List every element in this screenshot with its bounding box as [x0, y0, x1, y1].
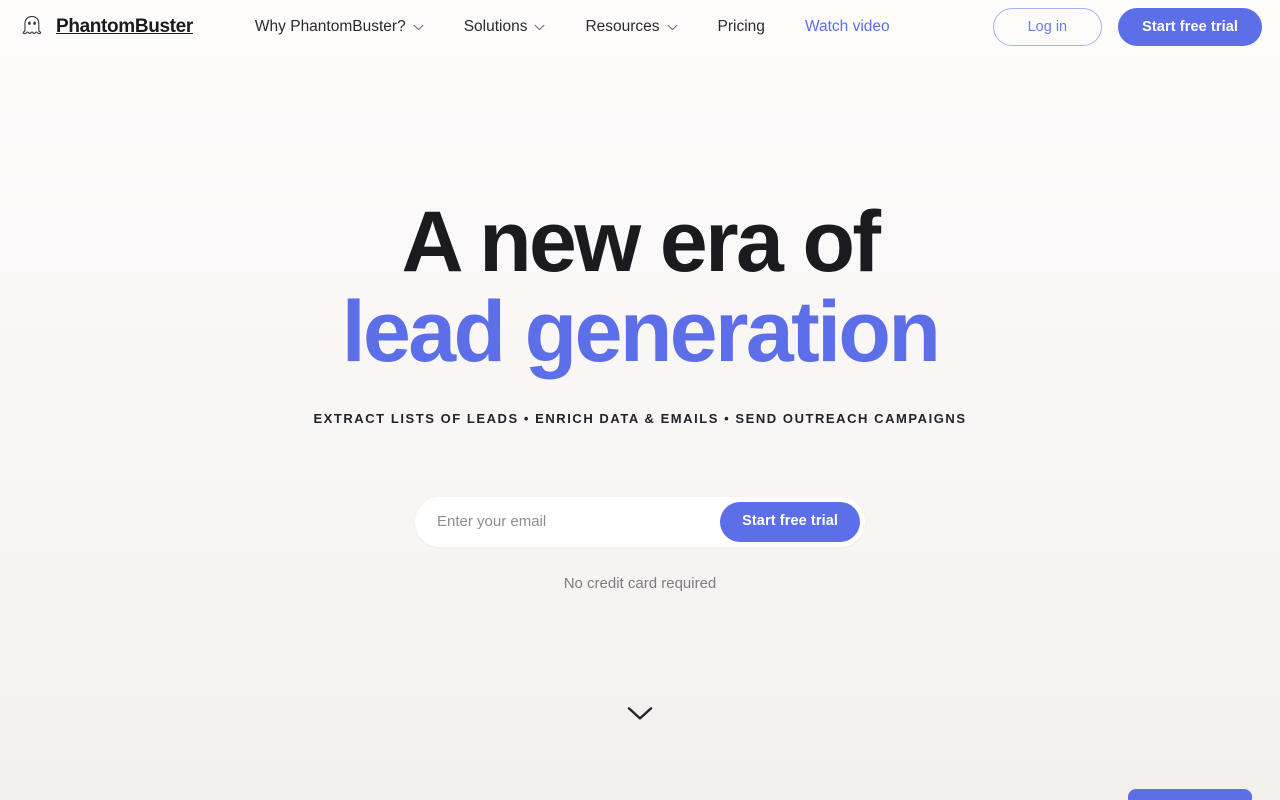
peek-line-c: [730, 765, 733, 779]
next-section-peek: [0, 762, 1280, 800]
no-credit-card-note: No credit card required: [563, 574, 717, 592]
hero-title-line-1: A new era of: [401, 194, 882, 290]
nav-item-solutions[interactable]: Solutions: [464, 12, 546, 42]
chevron-down-icon: [627, 706, 653, 721]
brand-name: PhantomBuster: [56, 16, 193, 37]
nav-label: Pricing: [717, 18, 765, 35]
site-header: PhantomBuster Why PhantomBuster? Solutio…: [0, 0, 1280, 54]
header-actions: Log in Start free trial: [992, 8, 1262, 46]
hero-tagline: EXTRACT LISTS OF LEADS • ENRICH DATA & E…: [313, 410, 967, 426]
start-free-trial-button-header[interactable]: Start free trial: [1118, 8, 1262, 46]
nav-label: Watch video: [804, 18, 890, 35]
peek-line-a: [6, 765, 9, 779]
start-free-trial-button-hero[interactable]: Start free trial: [720, 501, 860, 542]
nav-item-resources[interactable]: Resources: [585, 12, 677, 42]
chevron-down-icon: [413, 24, 424, 31]
chevron-down-icon: [534, 24, 545, 31]
hero-title-line-2: lead generation: [341, 284, 941, 381]
chevron-down-icon: [667, 24, 678, 31]
nav-label: Solutions: [463, 18, 528, 35]
page-title: A new era of lead generation: [0, 199, 1280, 381]
email-signup-form: Start free trial: [415, 496, 865, 547]
main-navigation: Why PhantomBuster? Solutions Resources P…: [255, 12, 993, 42]
brand-logo[interactable]: PhantomBuster: [18, 13, 193, 41]
email-input[interactable]: [415, 496, 721, 547]
nav-item-why-phantombuster[interactable]: Why PhantomBuster?: [255, 12, 424, 42]
nav-item-watch-video[interactable]: Watch video: [805, 12, 890, 42]
sticky-cta-button[interactable]: [1128, 789, 1252, 800]
scroll-down-button[interactable]: [620, 700, 660, 726]
hero-section: A new era of lead generation EXTRACT LIS…: [0, 54, 1280, 592]
nav-label: Resources: [585, 18, 660, 35]
ghost-logo-icon: [18, 13, 46, 41]
login-button[interactable]: Log in: [992, 8, 1103, 46]
peek-line-b: [300, 771, 303, 785]
nav-item-pricing[interactable]: Pricing: [718, 12, 765, 42]
nav-label: Why PhantomBuster?: [254, 18, 406, 35]
